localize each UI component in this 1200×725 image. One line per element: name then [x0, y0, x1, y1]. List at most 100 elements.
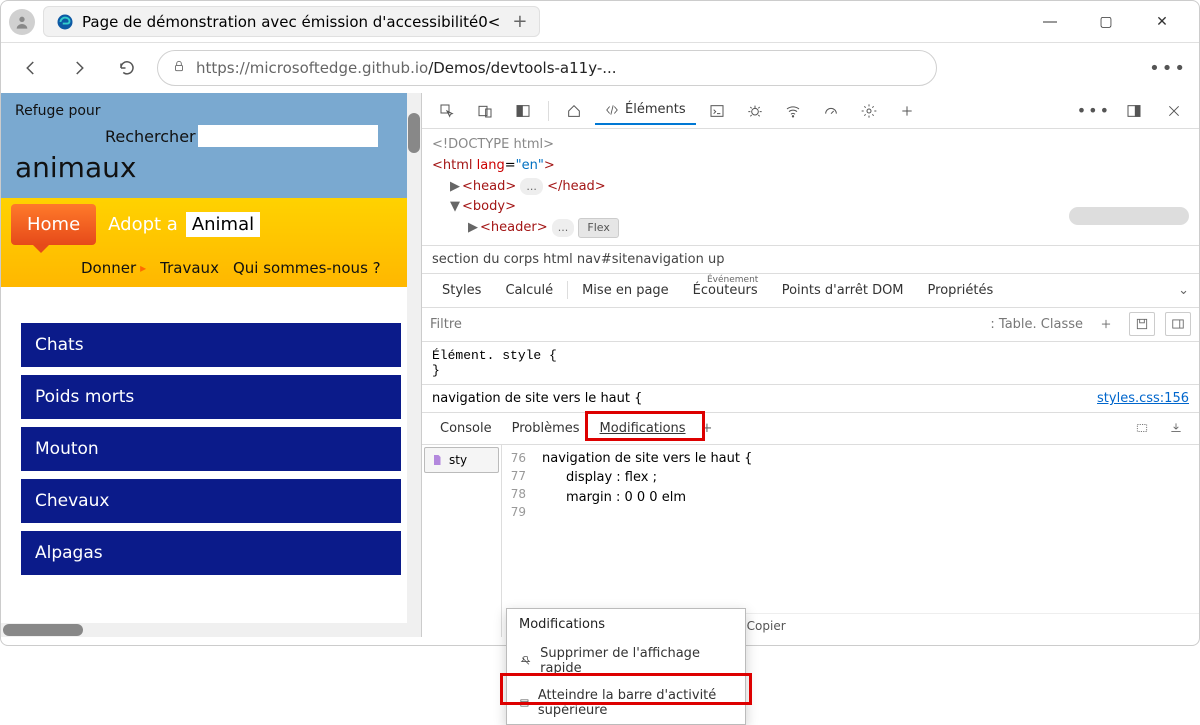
category-list: Chats Poids morts Mouton Chevaux Alpagas — [1, 307, 421, 591]
tab-title: Page de démonstration avec émission d'ac… — [82, 13, 500, 31]
search-label: Rechercher — [105, 127, 196, 146]
context-menu: Modifications Supprimer de l'affichage r… — [506, 608, 746, 725]
rendering-button[interactable] — [1165, 312, 1191, 336]
gear-icon — [861, 103, 877, 119]
forward-button[interactable] — [61, 50, 97, 86]
filter-input[interactable]: Filtre — [430, 317, 462, 332]
tab-styles[interactable]: Styles — [432, 279, 491, 302]
panel-toggle-button[interactable] — [506, 97, 540, 125]
performance-tab[interactable] — [814, 97, 848, 125]
settings-button[interactable] — [852, 97, 886, 125]
nav-adopt[interactable]: Adopt a — [108, 214, 178, 235]
tab-computed[interactable]: Calculé — [495, 279, 563, 302]
network-tab[interactable] — [776, 97, 810, 125]
file-icon — [431, 453, 443, 467]
context-menu-header: Modifications — [507, 609, 745, 640]
chevron-right-icon: ▸ — [140, 261, 146, 275]
bug-icon — [747, 103, 763, 119]
unpin-icon — [519, 654, 532, 668]
dom-breadcrumb[interactable]: section du corps html nav#sitenavigation… — [422, 246, 1199, 274]
vertical-scrollbar[interactable] — [407, 93, 421, 637]
dock-icon — [1126, 103, 1142, 119]
new-rule-button[interactable] — [1093, 312, 1119, 336]
dom-tree[interactable]: <!DOCTYPE html> <html lang="en"> ▶<head>… — [422, 129, 1199, 246]
code-icon — [605, 103, 619, 117]
scroll-thumb[interactable] — [3, 624, 83, 636]
hero-pretitle: Refuge pour — [15, 103, 407, 119]
browser-menu-button[interactable]: ••• — [1149, 58, 1187, 79]
tab-properties[interactable]: Propriétés — [918, 279, 1004, 302]
maximize-button[interactable]: ▢ — [1089, 8, 1123, 36]
tab-dom-breakpoints[interactable]: Points d'arrêt DOM — [772, 279, 914, 302]
tab-layout[interactable]: Mise en page — [572, 279, 679, 302]
arrow-left-icon — [22, 59, 40, 77]
context-menu-move-top[interactable]: Atteindre la barre d'activité supérieure — [507, 682, 745, 724]
file-item[interactable]: sty — [424, 447, 499, 473]
page-navbar: Home Adopt a Animal Donner ▸ Travaux Qui… — [1, 198, 421, 287]
person-icon — [14, 14, 30, 30]
expand-icon — [1135, 421, 1149, 435]
add-tab-button[interactable] — [890, 97, 924, 125]
new-tab-button[interactable]: + — [512, 11, 527, 32]
table-class-label[interactable]: : Table. Classe — [990, 317, 1083, 332]
drawer-expand-button[interactable] — [1129, 416, 1155, 440]
inspect-button[interactable] — [430, 97, 464, 125]
nav-travaux[interactable]: Travaux — [160, 259, 219, 277]
dom-highlight — [1069, 207, 1189, 225]
chevron-down-icon[interactable]: ⌄ — [1178, 283, 1189, 298]
hero-title: animaux — [15, 151, 407, 184]
debug-tab[interactable] — [738, 97, 772, 125]
profile-avatar[interactable] — [9, 9, 35, 35]
welcome-tab[interactable] — [557, 97, 591, 125]
list-item[interactable]: Poids morts — [21, 375, 401, 419]
nav-donner[interactable]: Donner ▸ — [81, 259, 146, 277]
drawer-console-tab[interactable]: Console — [432, 417, 500, 440]
console-tab[interactable] — [700, 97, 734, 125]
arrow-right-icon — [70, 59, 88, 77]
context-menu-remove[interactable]: Supprimer de l'affichage rapide — [507, 640, 745, 682]
plus-icon — [899, 103, 915, 119]
elements-tab[interactable]: Éléments — [595, 96, 696, 125]
close-button[interactable]: ✕ — [1145, 8, 1179, 36]
more-button[interactable]: ••• — [1077, 101, 1111, 120]
close-icon — [1166, 103, 1182, 119]
page-preview: Refuge pour Rechercher animaux Home Adop… — [1, 93, 421, 637]
devtools-toolbar: Éléments ••• — [422, 93, 1199, 129]
dock-button[interactable] — [1117, 97, 1151, 125]
search-input[interactable] — [198, 125, 378, 147]
file-list: sty — [422, 445, 502, 637]
refresh-button[interactable] — [109, 50, 145, 86]
device-toggle-button[interactable] — [468, 97, 502, 125]
panel-right-icon — [1171, 317, 1185, 331]
list-item[interactable]: Chats — [21, 323, 401, 367]
gauge-icon — [823, 103, 839, 119]
drawer-problems-tab[interactable]: Problèmes — [504, 417, 588, 440]
download-icon — [1169, 421, 1183, 435]
lock-icon — [172, 59, 186, 77]
drawer-add-button[interactable]: + — [702, 421, 713, 436]
browser-toolbar: https://microsoftedge.github.io/Demos/de… — [1, 43, 1199, 93]
drawer-download-button[interactable] — [1163, 416, 1189, 440]
list-item[interactable]: Chevaux — [21, 479, 401, 523]
close-devtools-button[interactable] — [1157, 97, 1191, 125]
device-icon — [477, 103, 493, 119]
minimize-button[interactable]: ― — [1033, 8, 1067, 36]
css-rule[interactable]: navigation de site vers le haut { styles… — [422, 385, 1199, 413]
list-item[interactable]: Mouton — [21, 427, 401, 471]
nav-about[interactable]: Qui sommes-nous ? — [233, 259, 381, 277]
tab-event-label: Événement — [707, 275, 758, 285]
title-bar: Page de démonstration avec émission d'ac… — [1, 1, 1199, 43]
rule-source-link[interactable]: styles.css:156 — [1097, 391, 1189, 406]
scroll-thumb[interactable] — [408, 113, 420, 153]
address-bar[interactable]: https://microsoftedge.github.io/Demos/de… — [157, 50, 937, 86]
back-button[interactable] — [13, 50, 49, 86]
list-item[interactable]: Alpagas — [21, 531, 401, 575]
element-style-block[interactable]: Élément. style { } — [422, 342, 1199, 385]
horizontal-scrollbar[interactable] — [1, 623, 421, 637]
nav-animal[interactable]: Animal — [186, 212, 260, 237]
computed-toggle-button[interactable] — [1129, 312, 1155, 336]
drawer-changes-tab[interactable]: Modifications — [592, 417, 694, 440]
browser-tab[interactable]: Page de démonstration avec émission d'ac… — [43, 6, 540, 37]
nav-home[interactable]: Home — [11, 204, 96, 245]
window-controls: ― ▢ ✕ — [1033, 8, 1191, 36]
